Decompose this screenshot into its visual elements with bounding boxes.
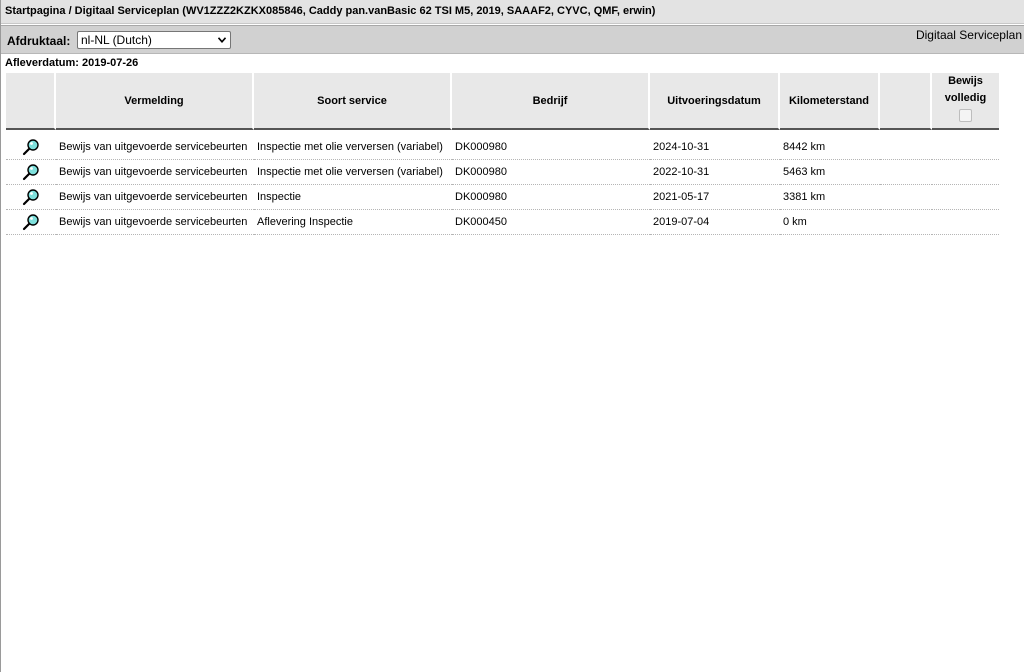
proof-complete-checkbox[interactable] (959, 109, 972, 122)
mileage-cell: 3381 km (780, 185, 880, 210)
proof-header-line1: Bewijs (948, 75, 983, 87)
row-action-cell (6, 130, 56, 160)
proof-cell (932, 185, 999, 210)
column-header-proof-complete: Bewijs volledig (932, 73, 999, 130)
table-row: Bewijs van uitgevoerde servicebeurten In… (6, 160, 999, 185)
column-header-company: Bedrijf (452, 73, 650, 130)
company-cell: DK000980 (452, 130, 650, 160)
row-action-cell (6, 160, 56, 185)
empty-cell (880, 210, 932, 235)
column-header-service-type: Soort service (254, 73, 452, 130)
column-header-mileage: Kilometerstand (780, 73, 880, 130)
table-row: Bewijs van uitgevoerde servicebeurten Af… (6, 210, 999, 235)
entry-cell: Bewijs van uitgevoerde servicebeurten (56, 185, 254, 210)
row-action-cell (6, 185, 56, 210)
empty-cell (880, 130, 932, 160)
print-language-label: Afdruktaal: (7, 34, 71, 48)
table-row: Bewijs van uitgevoerde servicebeurten In… (6, 185, 999, 210)
toolbar: Afdruktaal: nl-NL (Dutch) Digitaal Servi… (1, 25, 1024, 54)
chevron-down-icon (218, 37, 226, 43)
empty-cell (880, 185, 932, 210)
date-cell: 2021-05-17 (650, 185, 780, 210)
company-cell: DK000980 (452, 160, 650, 185)
column-header-date: Uitvoeringsdatum (650, 73, 780, 130)
proof-cell (932, 130, 999, 160)
table-header-row: Vermelding Soort service Bedrijf Uitvoer… (6, 73, 999, 130)
service-type-cell: Aflevering Inspectie (254, 210, 452, 235)
magnifier-icon[interactable] (22, 188, 40, 206)
service-type-cell: Inspectie met olie verversen (variabel) (254, 130, 452, 160)
column-header-action (6, 73, 56, 130)
mileage-cell: 5463 km (780, 160, 880, 185)
print-language-select[interactable]: nl-NL (Dutch) (77, 31, 231, 49)
magnifier-icon[interactable] (22, 163, 40, 181)
company-cell: DK000980 (452, 185, 650, 210)
proof-cell (932, 210, 999, 235)
entry-cell: Bewijs van uitgevoerde servicebeurten (56, 160, 254, 185)
magnifier-icon[interactable] (22, 213, 40, 231)
breadcrumb: Startpagina / Digitaal Serviceplan (WV1Z… (5, 5, 656, 17)
company-cell: DK000450 (452, 210, 650, 235)
proof-cell (932, 160, 999, 185)
service-type-cell: Inspectie met olie verversen (variabel) (254, 160, 452, 185)
date-cell: 2022-10-31 (650, 160, 780, 185)
entry-cell: Bewijs van uitgevoerde servicebeurten (56, 210, 254, 235)
delivery-date: Afleverdatum: 2019-07-26 (5, 57, 139, 69)
service-history-table: Vermelding Soort service Bedrijf Uitvoer… (6, 73, 999, 235)
window-left-edge (0, 0, 1, 672)
column-header-empty (880, 73, 932, 130)
page-title: Digitaal Serviceplan (915, 28, 1022, 42)
print-language-value: nl-NL (Dutch) (81, 33, 152, 47)
column-header-entry: Vermelding (56, 73, 254, 130)
title-bar: Startpagina / Digitaal Serviceplan (WV1Z… (1, 0, 1024, 24)
mileage-cell: 0 km (780, 210, 880, 235)
date-cell: 2019-07-04 (650, 210, 780, 235)
mileage-cell: 8442 km (780, 130, 880, 160)
service-type-cell: Inspectie (254, 185, 452, 210)
row-action-cell (6, 210, 56, 235)
date-cell: 2024-10-31 (650, 130, 780, 160)
entry-cell: Bewijs van uitgevoerde servicebeurten (56, 130, 254, 160)
table-row: Bewijs van uitgevoerde servicebeurten In… (6, 130, 999, 160)
magnifier-icon[interactable] (22, 138, 40, 156)
proof-header-line2: volledig (944, 92, 987, 104)
empty-cell (880, 160, 932, 185)
